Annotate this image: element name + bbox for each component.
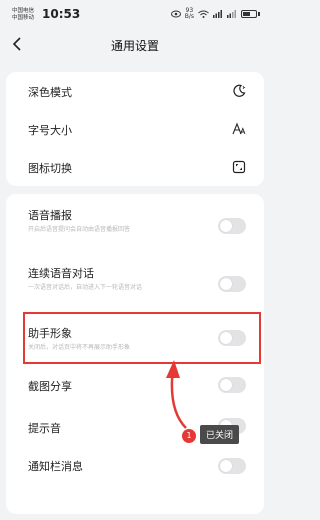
carrier-2: 中国移动 bbox=[12, 15, 35, 21]
icon-switch-row[interactable]: 图标切换 bbox=[6, 148, 264, 186]
continuous-voice-label: 连续语音对话 bbox=[28, 267, 94, 280]
net-speed-unit: B/s bbox=[184, 13, 194, 20]
screenshot-share-row: 截图分享 bbox=[6, 370, 264, 406]
display-settings-card: 深色模式 字号大小 图标切换 bbox=[6, 72, 264, 186]
page-title: 通用设置 bbox=[110, 39, 159, 53]
dark-mode-row[interactable]: 深色模式 bbox=[6, 72, 264, 110]
continuous-voice-toggle[interactable] bbox=[218, 276, 246, 292]
screenshot-share-label: 截图分享 bbox=[28, 380, 72, 393]
carrier-1: 中国电信 bbox=[12, 8, 35, 14]
annotation-badge: 1 bbox=[182, 429, 196, 443]
icon-switch-label: 图标切换 bbox=[28, 162, 72, 175]
signal-icon bbox=[213, 10, 222, 18]
wifi-icon bbox=[198, 10, 209, 18]
continuous-voice-desc: 一次语音对话后，自动进入下一轮语音对话 bbox=[28, 284, 143, 291]
highlight-box bbox=[23, 312, 261, 364]
voice-broadcast-label: 语音播报 bbox=[28, 209, 72, 222]
notification-message-label: 通知栏消息 bbox=[28, 460, 83, 473]
continuous-voice-row: 连续语音对话 一次语音对话后，自动进入下一轮语音对话 bbox=[6, 252, 264, 298]
carrier-info: 中国电信 中国移动 bbox=[12, 8, 34, 22]
voice-broadcast-toggle[interactable] bbox=[218, 218, 246, 234]
battery-cap bbox=[258, 12, 260, 16]
icon-switch-icon bbox=[232, 160, 246, 174]
font-size-icon bbox=[232, 122, 246, 135]
signal-icon-2 bbox=[227, 10, 236, 18]
page-header: 通用设置 bbox=[0, 28, 270, 62]
font-size-row[interactable]: 字号大小 bbox=[6, 110, 264, 148]
font-size-label: 字号大小 bbox=[28, 124, 72, 137]
status-icons: 93 B/s bbox=[170, 8, 260, 20]
eye-icon bbox=[170, 10, 181, 18]
annotation-tooltip: 已关闭 bbox=[200, 425, 240, 444]
notification-message-row: 通知栏消息 bbox=[6, 450, 264, 486]
net-speed: 93 B/s bbox=[185, 8, 194, 20]
voice-broadcast-row: 语音播报 开启后语音提问会自动由语音播报回答 bbox=[6, 194, 264, 240]
status-time: 10:53 bbox=[42, 7, 81, 21]
prompt-sound-label: 提示音 bbox=[28, 422, 61, 435]
notification-message-toggle[interactable] bbox=[218, 458, 246, 474]
status-bar: 中国电信 中国移动 10:53 93 B/s bbox=[0, 0, 270, 28]
battery-icon bbox=[241, 10, 257, 18]
screenshot-share-toggle[interactable] bbox=[218, 377, 246, 393]
dark-mode-label: 深色模式 bbox=[28, 86, 72, 99]
voice-broadcast-desc: 开启后语音提问会自动由语音播报回答 bbox=[28, 226, 131, 233]
moon-icon bbox=[233, 84, 246, 97]
